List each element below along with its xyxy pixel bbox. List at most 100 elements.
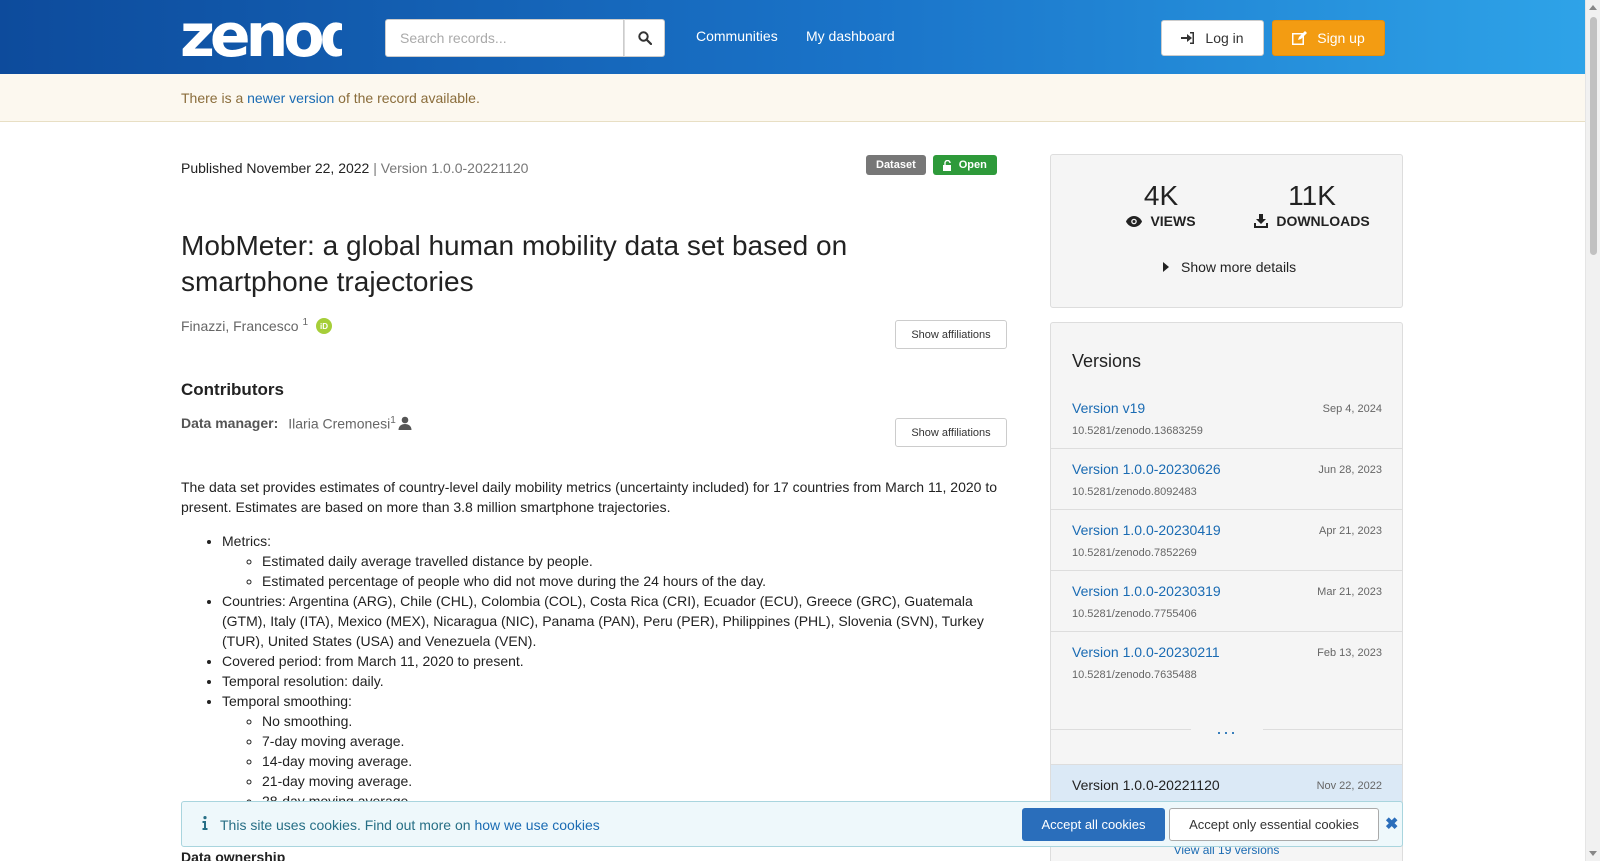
creator-name[interactable]: Finazzi, Francesco xyxy=(181,318,298,334)
cookie-text: This site uses cookies. Find out more on… xyxy=(220,817,600,833)
version-item: Version 1.0.0-20230319 10.5281/zenodo.77… xyxy=(1051,571,1402,632)
signup-label: Sign up xyxy=(1317,30,1365,46)
record-description: The data set provides estimates of count… xyxy=(181,477,1011,811)
contributor-role: Data manager: xyxy=(181,415,279,432)
meta-separator: | xyxy=(369,160,381,176)
contributor-affiliation-index: 1 xyxy=(390,415,396,426)
unlock-icon xyxy=(942,159,951,171)
list-item: Estimated percentage of people who did n… xyxy=(262,571,1011,591)
ellipsis-text: ... xyxy=(1191,718,1263,739)
creator: Finazzi, Francesco 1 iD xyxy=(181,316,333,334)
scroll-down-arrow[interactable] xyxy=(1589,851,1597,856)
top-navbar: zenodo Communities My dashboard Log in S… xyxy=(0,0,1585,74)
version-doi: 10.5281/zenodo.7852269 xyxy=(1072,547,1197,559)
version-link[interactable]: Version 1.0.0-20230626 xyxy=(1072,461,1221,477)
more-details-label: Show more details xyxy=(1181,259,1297,275)
accept-all-cookies-button[interactable]: Accept all cookies xyxy=(1022,808,1165,841)
description-paragraph: The data set provides estimates of count… xyxy=(181,479,997,515)
login-button[interactable]: Log in xyxy=(1161,20,1264,56)
list-item: No smoothing. xyxy=(262,711,1011,731)
cookie-policy-link[interactable]: how we use cookies xyxy=(474,817,599,833)
versions-heading: Versions xyxy=(1072,351,1142,371)
versions-panel: Versions Version v19 10.5281/zenodo.1368… xyxy=(1050,322,1403,861)
list-item: 21-day moving average. xyxy=(262,771,1011,791)
version-date: Mar 21, 2023 xyxy=(1317,586,1382,598)
login-label: Log in xyxy=(1205,30,1244,46)
version-link[interactable]: Version 1.0.0-20230319 xyxy=(1072,583,1221,599)
contributor-name[interactable]: Ilaria Cremonesi xyxy=(288,416,390,432)
publication-meta: Published November 22, 2022 | Version 1.… xyxy=(181,160,528,176)
access-label: Open xyxy=(958,159,987,171)
page-scrollbar[interactable] xyxy=(1585,0,1600,861)
views-count: 4K xyxy=(1143,180,1179,211)
nav-communities-link[interactable]: Communities xyxy=(696,28,778,44)
record-badges: Dataset Open xyxy=(866,155,997,175)
contributors-heading: Contributors xyxy=(181,380,284,399)
downloads-label-row: DOWNLOADS xyxy=(1247,213,1377,229)
search-input[interactable] xyxy=(385,19,625,57)
search-form xyxy=(385,19,665,57)
banner-prefix: There is a xyxy=(181,90,248,106)
version-date: Sep 4, 2024 xyxy=(1322,403,1382,415)
stats-panel: 4K VIEWS 11K DOWNLOADS Show more details xyxy=(1050,154,1403,308)
current-version-name: Version 1.0.0-20221120 xyxy=(1072,777,1220,793)
version-doi: 10.5281/zenodo.13683259 xyxy=(1072,425,1203,437)
list-item: Temporal smoothing: No smoothing. 7-day … xyxy=(222,691,1011,811)
accept-essential-cookies-button[interactable]: Accept only essential cookies xyxy=(1169,808,1379,841)
nav-dashboard-link[interactable]: My dashboard xyxy=(806,28,895,44)
list-item: 7-day moving average. xyxy=(262,731,1011,751)
list-item: Countries: Argentina (ARG), Chile (CHL),… xyxy=(222,591,1011,651)
search-button[interactable] xyxy=(624,19,665,57)
edit-icon xyxy=(1292,31,1308,45)
close-icon[interactable]: ✖ xyxy=(1385,814,1398,834)
list-item: Temporal resolution: daily. xyxy=(222,671,1011,691)
downloads-label: DOWNLOADS xyxy=(1276,213,1370,229)
views-label-row: VIEWS xyxy=(1111,213,1211,229)
record-version: Version 1.0.0-20221120 xyxy=(380,160,529,176)
banner-text: There is a newer version of the record a… xyxy=(181,90,480,106)
show-affiliations-contributors-button[interactable]: Show affiliations xyxy=(895,418,1007,447)
contributor-name-wrap: Ilaria Cremonesi1 xyxy=(288,415,396,432)
scrollbar-thumb[interactable] xyxy=(1590,17,1597,255)
version-link[interactable]: Version 1.0.0-20230211 xyxy=(1072,644,1220,660)
list-item: Metrics: Estimated daily average travell… xyxy=(222,531,1011,591)
smoothing-list: No smoothing. 7-day moving average. 14-d… xyxy=(222,711,1011,811)
version-date: Apr 21, 2023 xyxy=(1319,525,1382,537)
version-item: Version v19 10.5281/zenodo.13683259 Sep … xyxy=(1051,388,1402,449)
version-link[interactable]: Version v19 xyxy=(1072,400,1145,416)
metrics-list: Estimated daily average travelled distan… xyxy=(222,551,1011,591)
signup-button[interactable]: Sign up xyxy=(1272,20,1385,56)
orcid-icon[interactable]: iD xyxy=(316,318,333,334)
description-list: Metrics: Estimated daily average travell… xyxy=(181,531,1011,811)
eye-icon xyxy=(1126,215,1143,227)
download-icon xyxy=(1254,214,1269,228)
downloads-count: 11K xyxy=(1288,180,1336,211)
version-date: Feb 13, 2023 xyxy=(1317,647,1382,659)
access-badge[interactable]: Open xyxy=(932,155,997,175)
list-item: 14-day moving average. xyxy=(262,751,1011,771)
show-affiliations-creators-button[interactable]: Show affiliations xyxy=(895,320,1007,349)
banner-suffix: of the record available. xyxy=(334,90,480,106)
version-doi: 10.5281/zenodo.7755406 xyxy=(1072,608,1197,620)
version-date: Jun 28, 2023 xyxy=(1318,464,1382,476)
zenodo-logo[interactable]: zenodo xyxy=(180,6,342,62)
creator-affiliation-index: 1 xyxy=(302,316,309,328)
version-link[interactable]: Version 1.0.0-20230419 xyxy=(1072,522,1221,538)
search-icon xyxy=(637,31,652,45)
views-label: VIEWS xyxy=(1150,213,1196,229)
data-ownership-heading: Data ownership xyxy=(181,849,286,861)
version-item: Version 1.0.0-20230419 10.5281/zenodo.78… xyxy=(1051,510,1402,571)
list-item: Covered period: from March 11, 2020 to p… xyxy=(222,651,1011,671)
show-more-details-toggle[interactable]: Show more details xyxy=(1163,259,1296,275)
version-doi: 10.5281/zenodo.8092483 xyxy=(1072,486,1197,498)
smoothing-label: Temporal smoothing: xyxy=(222,693,352,709)
resource-type-badge[interactable]: Dataset xyxy=(866,155,926,175)
newer-version-link[interactable]: newer version xyxy=(247,90,334,106)
list-item: Estimated daily average travelled distan… xyxy=(262,551,1011,571)
downloads-stat: 11K DOWNLOADS xyxy=(1247,181,1377,229)
version-item: Version 1.0.0-20230211 10.5281/zenodo.76… xyxy=(1051,632,1402,693)
scroll-up-arrow[interactable] xyxy=(1589,5,1597,10)
cookie-consent-bar: This site uses cookies. Find out more on… xyxy=(181,801,1403,847)
version-doi: 10.5281/zenodo.7635488 xyxy=(1072,669,1197,681)
info-icon xyxy=(202,816,208,830)
